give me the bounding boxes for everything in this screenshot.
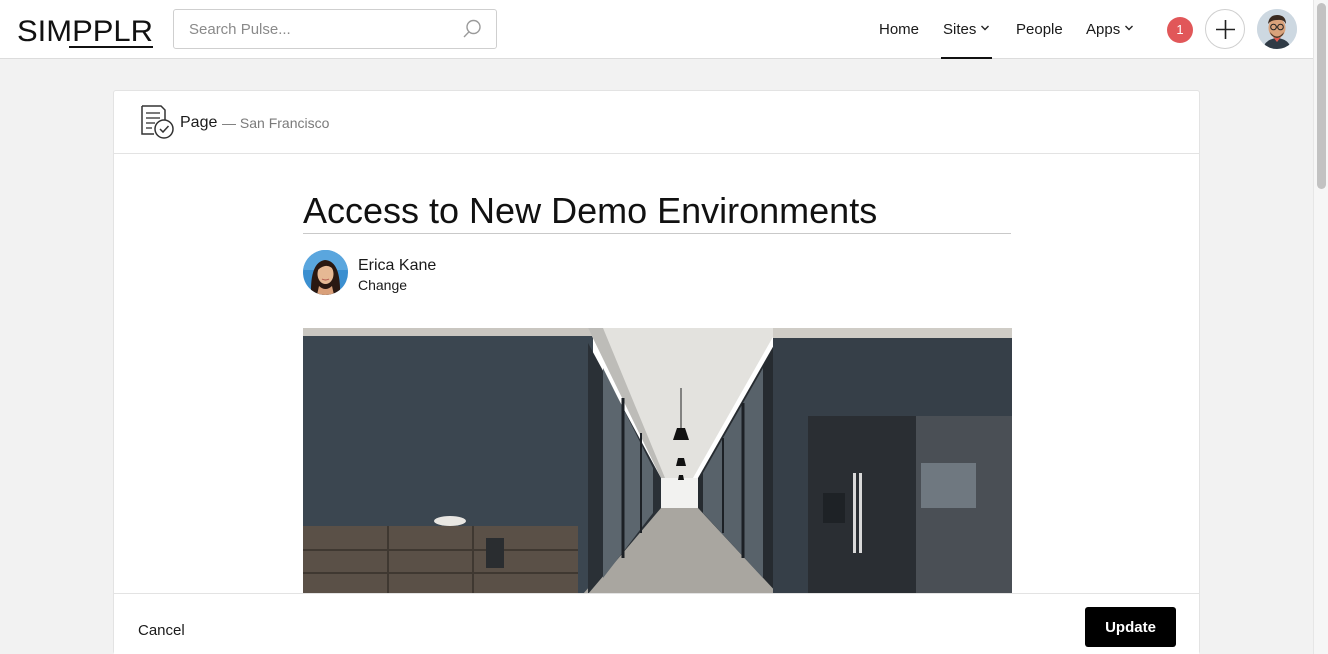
nav-sites[interactable]: Sites [940, 0, 993, 59]
nav-people[interactable]: People [1016, 0, 1063, 59]
svg-text:SIMPPLR: SIMPPLR [17, 15, 153, 48]
chevron-down-icon [981, 25, 990, 31]
simpplr-logo[interactable]: SIMPPLR [17, 13, 157, 49]
user-avatar[interactable] [1257, 9, 1297, 49]
search-icon[interactable] [462, 19, 482, 39]
author-name: Erica Kane [358, 257, 437, 274]
search-input[interactable] [174, 10, 454, 48]
chevron-down-icon [1125, 25, 1134, 31]
card-footer: Cancel Update [114, 593, 1199, 654]
nav-apps-label: Apps [1086, 21, 1121, 38]
change-author-link[interactable]: Change [358, 277, 407, 293]
nav-people-label: People [1016, 21, 1063, 38]
site-name-label[interactable]: — San Francisco [222, 115, 329, 131]
office-hallway-image [303, 328, 1012, 594]
cancel-button[interactable]: Cancel [138, 622, 185, 639]
user-avatar-image [1257, 9, 1297, 49]
page-document-icon [141, 105, 174, 139]
page-title-input[interactable] [303, 188, 1011, 234]
card-header: Page — San Francisco [114, 91, 1199, 154]
nav-home-label: Home [879, 21, 920, 38]
author-avatar [303, 250, 348, 295]
top-navigation-bar: SIMPPLR Home Sites People Apps 1 [0, 0, 1313, 59]
search-box [173, 9, 497, 49]
hero-image[interactable] [303, 328, 1012, 594]
plus-icon [1216, 20, 1235, 39]
nav-sites-label: Sites [943, 21, 977, 38]
nav-home[interactable]: Home [879, 0, 919, 59]
author-avatar-image [303, 250, 348, 295]
scrollbar-thumb[interactable] [1317, 3, 1326, 189]
notification-badge[interactable]: 1 [1167, 17, 1193, 43]
nav-apps[interactable]: Apps [1086, 0, 1134, 59]
content-type-label: Page [180, 114, 218, 131]
create-button[interactable] [1205, 9, 1245, 49]
page-editor-card: Page — San Francisco Erica Kane Change [113, 90, 1200, 654]
page-scrollbar[interactable] [1313, 0, 1328, 654]
update-button[interactable]: Update [1085, 607, 1176, 647]
